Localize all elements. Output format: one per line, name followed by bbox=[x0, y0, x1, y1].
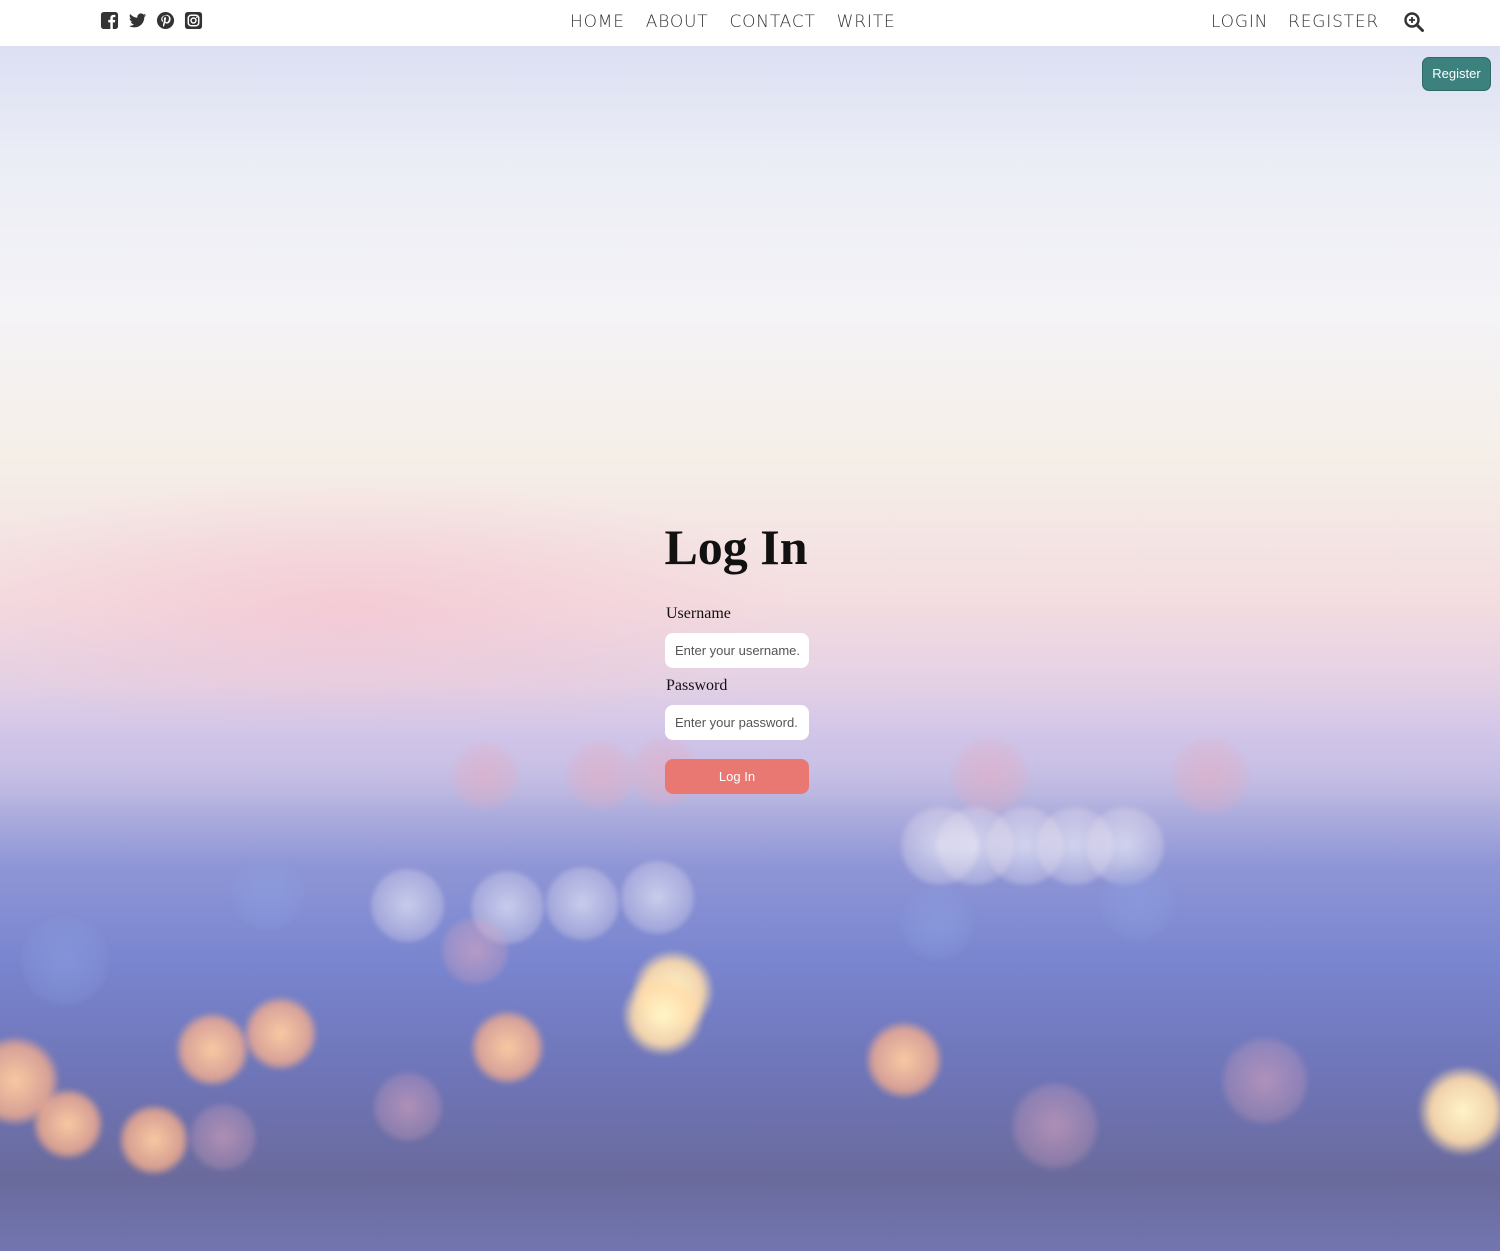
bokeh-light bbox=[1220, 1036, 1310, 1126]
bokeh-light bbox=[1170, 736, 1250, 816]
bokeh-light bbox=[372, 1071, 444, 1143]
nav-login[interactable]: LOGIN bbox=[1211, 11, 1268, 33]
bokeh-light bbox=[620, 860, 695, 935]
bokeh-light bbox=[243, 996, 318, 1071]
instagram-icon[interactable] bbox=[184, 11, 203, 30]
nav-register[interactable]: REGISTER bbox=[1288, 11, 1379, 33]
bokeh-light bbox=[118, 1104, 190, 1176]
login-submit-button[interactable]: Log In bbox=[665, 759, 809, 794]
bokeh-light bbox=[175, 1012, 250, 1087]
search-icon[interactable] bbox=[1403, 11, 1425, 33]
bokeh-light bbox=[450, 741, 520, 811]
facebook-icon[interactable] bbox=[100, 11, 119, 30]
bokeh-light bbox=[440, 916, 510, 986]
password-label: Password bbox=[666, 677, 728, 694]
bokeh-light bbox=[865, 1021, 943, 1099]
bokeh-light bbox=[32, 1088, 104, 1160]
auth-links: LOGIN REGISTER bbox=[1211, 11, 1379, 33]
bokeh-light bbox=[188, 1102, 258, 1172]
bokeh-light bbox=[470, 1010, 545, 1085]
nav-contact[interactable]: CONTACT bbox=[729, 11, 815, 33]
login-title: Log In bbox=[664, 519, 808, 575]
bokeh-light bbox=[900, 886, 975, 961]
bokeh-light bbox=[545, 866, 620, 941]
username-label: Username bbox=[666, 605, 731, 622]
bokeh-light bbox=[622, 974, 704, 1056]
password-input[interactable] bbox=[665, 705, 809, 740]
bokeh-light bbox=[950, 736, 1030, 816]
register-button[interactable]: Register bbox=[1422, 57, 1491, 91]
nav-home[interactable]: HOME bbox=[570, 11, 625, 33]
nav-about[interactable]: ABOUT bbox=[646, 11, 709, 33]
twitter-icon[interactable] bbox=[128, 11, 147, 30]
bokeh-light bbox=[1418, 1066, 1500, 1156]
bokeh-light bbox=[1010, 1081, 1100, 1171]
main-nav: HOME ABOUT CONTACT WRITE bbox=[570, 11, 895, 33]
top-bar: HOME ABOUT CONTACT WRITE LOGIN REGISTER bbox=[0, 0, 1500, 46]
bokeh-light bbox=[1100, 866, 1175, 941]
bokeh-light bbox=[20, 916, 110, 1006]
bokeh-light bbox=[370, 868, 445, 943]
pinterest-icon[interactable] bbox=[156, 11, 175, 30]
username-input[interactable] bbox=[665, 633, 809, 668]
nav-write[interactable]: WRITE bbox=[837, 11, 896, 33]
social-links bbox=[100, 11, 203, 33]
bokeh-light bbox=[565, 739, 637, 811]
bokeh-light bbox=[230, 856, 305, 931]
